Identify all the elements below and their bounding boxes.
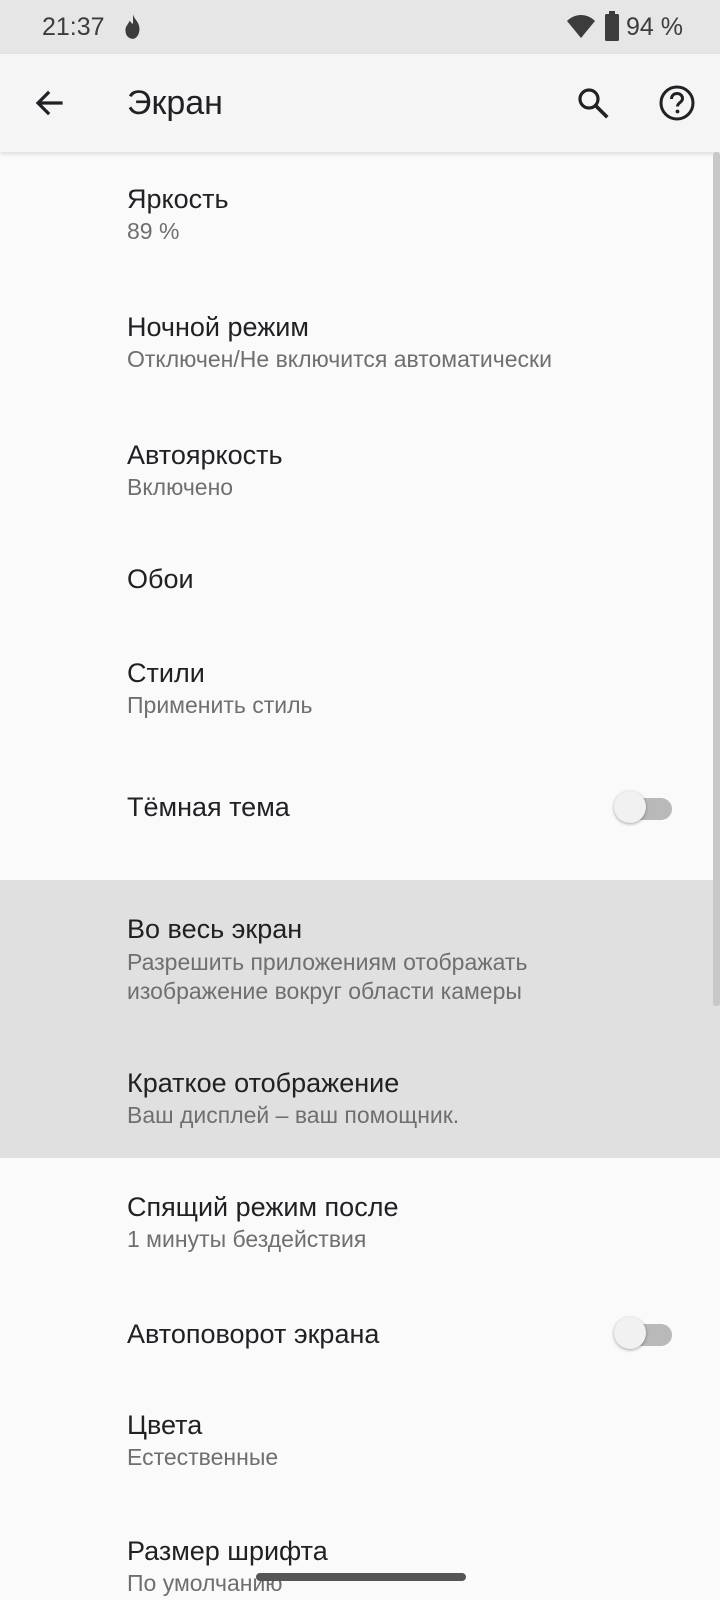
setting-subtitle: Применить стиль [127, 692, 313, 718]
setting-subtitle: Ваш дисплей – ваш помощник. [127, 1102, 460, 1128]
setting-sleep[interactable]: Спящий режим после 1 минуты бездействия [0, 1158, 720, 1284]
gesture-nav-handle[interactable] [256, 1573, 466, 1581]
setting-wallpaper[interactable]: Обои [0, 536, 720, 626]
battery-icon [605, 11, 619, 41]
setting-title: Обои [127, 564, 194, 594]
setting-styles[interactable]: Стили Применить стиль [0, 626, 720, 754]
setting-full-screen[interactable]: Во весь экран Разрешить приложениям отоб… [0, 880, 720, 1036]
help-icon [659, 85, 695, 121]
setting-auto-brightness[interactable]: Автояркость Включено [0, 408, 720, 536]
setting-title: Ночной режим [127, 312, 309, 342]
battery-percentage: 94 % [626, 13, 683, 41]
setting-colors[interactable]: Цвета Естественные [0, 1376, 720, 1504]
auto-rotate-toggle[interactable] [614, 1315, 674, 1351]
setting-subtitle: 89 % [127, 218, 180, 244]
help-button[interactable] [648, 74, 706, 132]
setting-subtitle-line2: изображение вокруг области камеры [127, 978, 522, 1004]
setting-title: Краткое отображение [127, 1068, 400, 1098]
setting-dark-theme[interactable]: Тёмная тема [0, 754, 720, 880]
setting-subtitle-line1: Разрешить приложениям отображать [127, 949, 528, 975]
setting-title: Яркость [127, 184, 229, 214]
wifi-icon [567, 15, 595, 38]
toggle-thumb [614, 791, 646, 823]
setting-title: Во весь экран [127, 914, 303, 944]
back-arrow-icon [35, 90, 63, 116]
setting-title: Размер шрифта [127, 1536, 328, 1566]
flame-icon [125, 14, 140, 39]
setting-subtitle: Отключен/Не включится автоматически [127, 346, 552, 372]
back-button[interactable] [20, 74, 78, 132]
scrollbar[interactable] [713, 152, 720, 1006]
search-icon [578, 88, 609, 119]
setting-subtitle: Естественные [127, 1444, 279, 1470]
setting-title: Автояркость [127, 440, 283, 470]
setting-title: Спящий режим после [127, 1192, 399, 1222]
setting-font-size[interactable]: Размер шрифта По умолчанию [0, 1504, 720, 1600]
setting-ambient-display[interactable]: Краткое отображение Ваш дисплей – ваш по… [0, 1036, 720, 1158]
setting-title: Автоповорот экрана [127, 1319, 380, 1349]
setting-brightness[interactable]: Яркость 89 % [0, 152, 720, 280]
page-title: Экран [127, 84, 223, 122]
dark-theme-toggle[interactable] [614, 789, 674, 825]
setting-title: Цвета [127, 1410, 203, 1440]
status-time: 21:37 [42, 13, 105, 41]
search-button[interactable] [564, 74, 622, 132]
setting-title: Стили [127, 658, 205, 688]
setting-auto-rotate[interactable]: Автоповорот экрана [0, 1284, 720, 1376]
setting-subtitle: 1 минуты бездействия [127, 1226, 367, 1252]
toolbar: Экран [0, 54, 720, 152]
settings-list: Яркость 89 % Ночной режим Отключен/Не вк… [0, 152, 720, 1600]
toggle-thumb [614, 1317, 646, 1349]
setting-title: Тёмная тема [127, 792, 290, 822]
setting-night-mode[interactable]: Ночной режим Отключен/Не включится автом… [0, 280, 720, 408]
setting-subtitle: Включено [127, 474, 234, 500]
status-bar: 21:37 94 % [0, 0, 720, 54]
